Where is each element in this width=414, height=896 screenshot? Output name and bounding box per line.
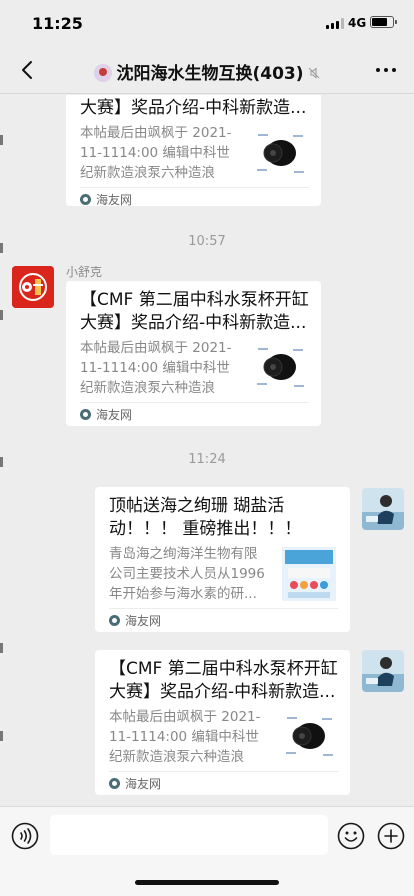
link-card[interactable]: 【CMF 第二届中科水泵杯开缸大赛】奖品介绍-中科新款造... 本帖最后由飒枫于… xyxy=(66,281,321,426)
card-desc: 本帖最后由飒枫于 2021-11-1114:00 编辑中科世纪新款造浪泵六种造浪… xyxy=(109,709,261,765)
source-icon xyxy=(109,778,120,789)
card-source: 海友网 xyxy=(109,775,161,792)
card-title: 顶帖送海之绚珊 瑚盐活动！！！ 重磅推出！！！ xyxy=(109,496,302,539)
timestamp: 11:24 xyxy=(188,452,226,467)
card-title: 【CMF 第二届中科水泵杯开缸大赛】奖品介绍-中科新款造... xyxy=(80,290,309,333)
emoji-icon[interactable] xyxy=(337,822,365,850)
card-source: 海友网 xyxy=(109,612,161,629)
more-icon[interactable] xyxy=(376,68,396,72)
chat-area[interactable]: 大赛】奖品介绍-中科新款造... 本帖最后由飒枫于 2021-11-1114:0… xyxy=(0,95,414,805)
card-divider xyxy=(109,771,338,772)
timestamp: 10:57 xyxy=(188,234,226,249)
source-icon xyxy=(80,409,91,420)
source-icon xyxy=(80,194,91,205)
source-icon xyxy=(109,615,120,626)
card-source: 海友网 xyxy=(80,406,132,423)
card-desc: 本帖最后由飒枫于 2021-11-1114:00 编辑中科世纪新款造浪泵六种造浪… xyxy=(80,125,232,181)
source-label: 海友网 xyxy=(125,777,162,791)
avatar-logo-icon xyxy=(12,266,54,308)
message-input[interactable] xyxy=(50,815,328,855)
source-label: 海友网 xyxy=(125,614,162,628)
avatar[interactable] xyxy=(12,266,54,308)
avatar-photo-icon xyxy=(362,650,404,692)
source-label: 海友网 xyxy=(96,193,133,207)
card-divider xyxy=(109,608,338,609)
voice-icon[interactable] xyxy=(11,822,39,850)
card-source: 海友网 xyxy=(80,191,132,208)
link-card[interactable]: 【CMF 第二届中科水泵杯开缸大赛】奖品介绍-中科新款造... 本帖最后由飒枫于… xyxy=(95,650,350,795)
nav-bar: 沈阳海水生物互换(403) xyxy=(0,46,414,94)
avatar-self[interactable] xyxy=(362,650,404,692)
coral-salt-thumbnail-icon xyxy=(282,547,336,601)
plus-icon[interactable] xyxy=(377,822,405,850)
home-indicator[interactable] xyxy=(135,880,279,885)
card-desc: 青岛海之绚海洋生物有限公司主要技术人员从1996年开始参与海水素的研... xyxy=(109,546,265,602)
card-desc: 本帖最后由飒枫于 2021-11-1114:00 编辑中科世纪新款造浪泵六种造浪… xyxy=(80,340,232,396)
pump-thumbnail-icon xyxy=(253,341,307,395)
battery-icon xyxy=(370,16,397,28)
status-bar: 11:25 4G xyxy=(0,0,414,46)
source-label: 海友网 xyxy=(96,408,133,422)
card-divider xyxy=(80,187,309,188)
pump-thumbnail-icon xyxy=(253,127,307,181)
card-title: 大赛】奖品介绍-中科新款造... xyxy=(80,98,307,118)
card-divider xyxy=(80,402,309,403)
signal-icon xyxy=(326,18,344,29)
link-card[interactable]: 顶帖送海之绚珊 瑚盐活动！！！ 重磅推出！！！ 青岛海之绚海洋生物有限公司主要技… xyxy=(95,487,350,632)
avatar-photo-icon xyxy=(362,488,404,530)
network-label: 4G xyxy=(348,16,367,30)
card-title: 【CMF 第二届中科水泵杯开缸大赛】奖品介绍-中科新款造... xyxy=(109,659,338,702)
chat-title: 沈阳海水生物互换(403) xyxy=(0,59,414,84)
status-time: 11:25 xyxy=(32,14,83,33)
avatar-self[interactable] xyxy=(362,488,404,530)
group-emoji-icon xyxy=(94,64,113,82)
mute-icon xyxy=(308,67,319,79)
pump-thumbnail-icon xyxy=(282,710,336,764)
link-card[interactable]: 大赛】奖品介绍-中科新款造... 本帖最后由飒枫于 2021-11-1114:0… xyxy=(66,95,321,208)
chat-title-text: 沈阳海水生物互换(403) xyxy=(116,64,304,84)
sender-name: 小舒克 xyxy=(66,265,103,279)
